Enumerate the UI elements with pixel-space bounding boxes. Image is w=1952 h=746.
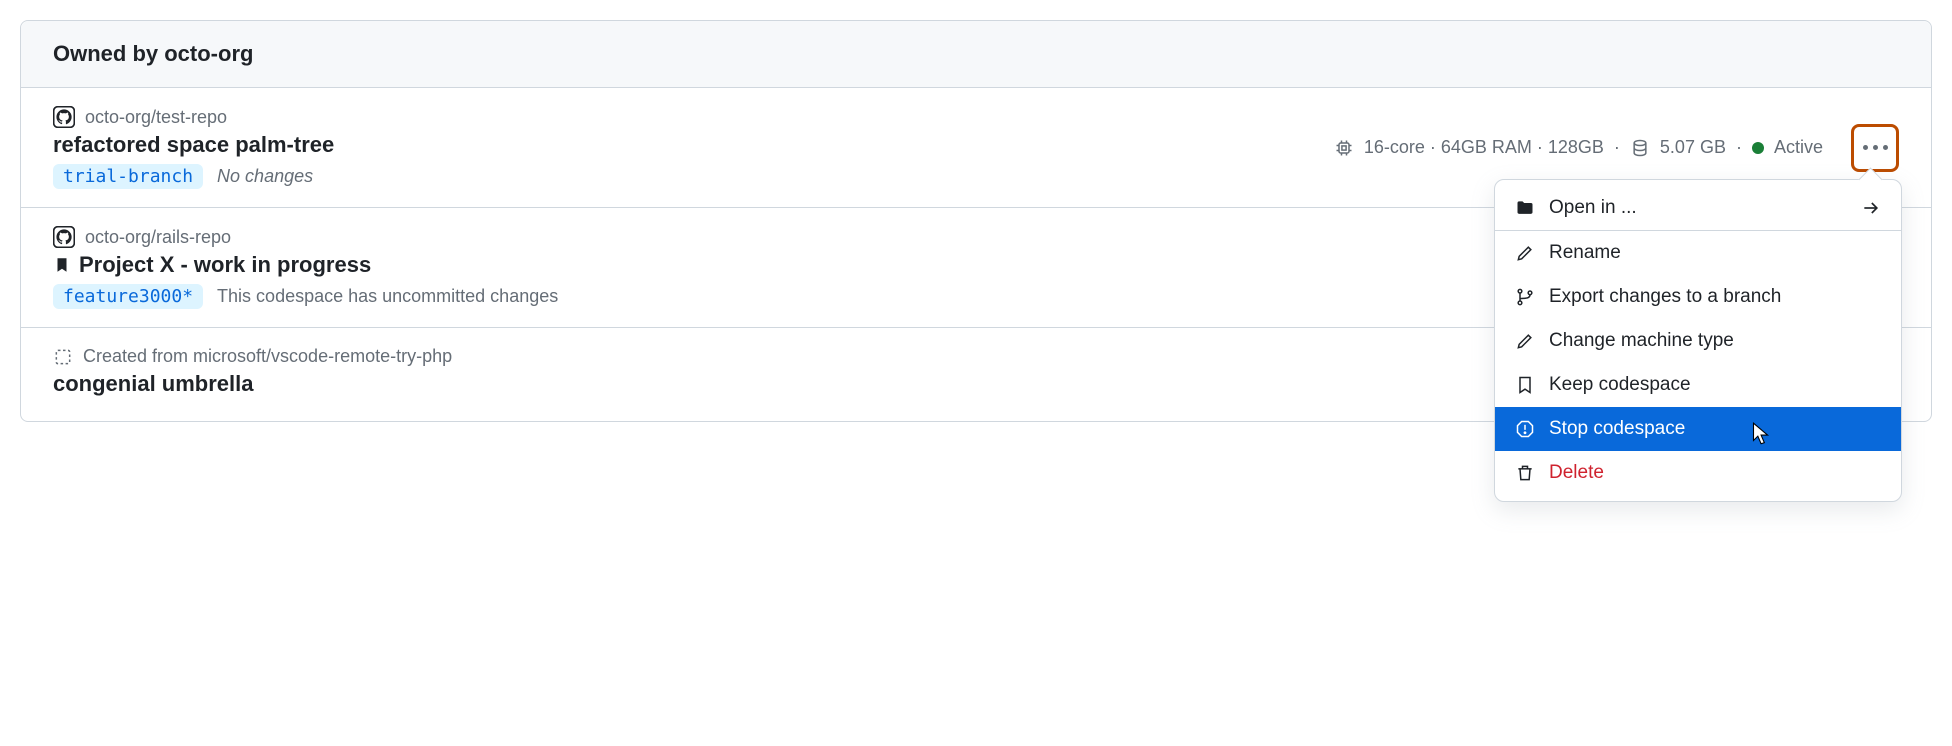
folder-icon bbox=[1515, 198, 1535, 218]
codespace-actions-menu: Open in ... Rename bbox=[1494, 179, 1902, 502]
trash-icon bbox=[1515, 463, 1535, 483]
specs-text: 16-core · 64GB RAM · 128GB bbox=[1364, 137, 1604, 158]
github-icon bbox=[53, 226, 75, 248]
menu-item-open-in[interactable]: Open in ... bbox=[1495, 186, 1901, 231]
status-text: Active bbox=[1774, 137, 1823, 158]
codespace-info: Created from microsoft/vscode-remote-try… bbox=[53, 346, 1643, 403]
branch-badge[interactable]: trial-branch bbox=[53, 164, 203, 189]
codespace-title-line: congenial umbrella bbox=[53, 371, 1643, 397]
codespace-title[interactable]: congenial umbrella bbox=[53, 371, 254, 397]
codespace-title-line: Project X - work in progress bbox=[53, 252, 1633, 278]
repo-line: Created from microsoft/vscode-remote-try… bbox=[53, 346, 1643, 367]
repo-line: octo-org/rails-repo bbox=[53, 226, 1633, 248]
repo-name[interactable]: octo-org/rails-repo bbox=[85, 227, 231, 248]
panel-header: Owned by octo-org bbox=[21, 21, 1931, 88]
git-branch-icon bbox=[1515, 287, 1535, 307]
storage-text: 5.07 GB bbox=[1660, 137, 1726, 158]
separator-dot: · bbox=[1614, 137, 1620, 158]
changes-text: No changes bbox=[217, 166, 313, 187]
menu-item-keep[interactable]: Keep codespace bbox=[1495, 363, 1901, 407]
pencil-icon bbox=[1515, 331, 1535, 351]
branch-line: feature3000* This codespace has uncommit… bbox=[53, 284, 1633, 309]
menu-item-stop[interactable]: Stop codespace bbox=[1495, 407, 1901, 451]
codespace-title-line: refactored space palm-tree bbox=[53, 132, 1334, 158]
repo-name[interactable]: octo-org/test-repo bbox=[85, 107, 227, 128]
menu-label: Rename bbox=[1549, 242, 1621, 264]
menu-item-rename[interactable]: Rename bbox=[1495, 231, 1901, 275]
menu-label: Change machine type bbox=[1549, 330, 1734, 352]
menu-item-change-machine[interactable]: Change machine type bbox=[1495, 319, 1901, 363]
menu-label: Keep codespace bbox=[1549, 374, 1691, 396]
codespace-info: octo-org/rails-repo Project X - work in … bbox=[53, 226, 1633, 309]
menu-item-export[interactable]: Export changes to a branch bbox=[1495, 275, 1901, 319]
database-icon bbox=[1630, 138, 1650, 158]
codespace-meta: 16-core · 64GB RAM · 128GB · 5.07 GB · A… bbox=[1334, 124, 1899, 172]
bookmark-icon bbox=[1515, 375, 1535, 395]
template-icon bbox=[53, 347, 73, 367]
bookmark-filled-icon bbox=[53, 256, 71, 274]
created-from-text: Created from microsoft/vscode-remote-try… bbox=[83, 346, 452, 367]
menu-label: Export changes to a branch bbox=[1549, 286, 1781, 308]
menu-label: Stop codespace bbox=[1549, 418, 1685, 440]
menu-label: Delete bbox=[1549, 462, 1604, 484]
kebab-icon bbox=[1863, 145, 1888, 150]
separator-dot: · bbox=[1736, 137, 1742, 158]
status-dot-icon bbox=[1752, 142, 1764, 154]
menu-label: Open in ... bbox=[1549, 197, 1637, 219]
menu-item-delete[interactable]: Delete bbox=[1495, 451, 1901, 495]
codespaces-panel: Owned by octo-org octo-org/test-repo ref… bbox=[20, 20, 1932, 422]
branch-badge[interactable]: feature3000* bbox=[53, 284, 203, 309]
panel-title: Owned by octo-org bbox=[53, 41, 1899, 67]
pencil-icon bbox=[1515, 243, 1535, 263]
repo-line: octo-org/test-repo bbox=[53, 106, 1334, 128]
codespace-title[interactable]: Project X - work in progress bbox=[79, 252, 371, 278]
cpu-icon bbox=[1334, 138, 1354, 158]
stop-icon bbox=[1515, 419, 1535, 439]
codespace-row: octo-org/test-repo refactored space palm… bbox=[21, 88, 1931, 208]
cursor-icon bbox=[1749, 421, 1771, 453]
changes-text: This codespace has uncommitted changes bbox=[217, 286, 558, 307]
codespace-info: octo-org/test-repo refactored space palm… bbox=[53, 106, 1334, 189]
codespace-actions-button[interactable]: Open in ... Rename bbox=[1851, 124, 1899, 172]
branch-line: trial-branch No changes bbox=[53, 164, 1334, 189]
github-icon bbox=[53, 106, 75, 128]
arrow-right-icon bbox=[1861, 198, 1881, 218]
codespace-title[interactable]: refactored space palm-tree bbox=[53, 132, 334, 158]
